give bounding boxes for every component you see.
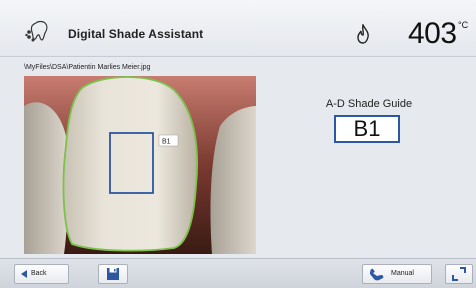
file-path: \MyFiles\DSA\Patientin Marlies Meier.jpg [24,64,151,71]
tooth-photo[interactable]: B1 [24,76,256,254]
save-button[interactable] [98,264,128,284]
shade-result: B1 [334,115,400,143]
manual-label: Manual [391,270,414,277]
back-label: Back [31,270,47,277]
flame-icon [357,24,369,44]
save-icon [107,268,119,280]
measurement-label: B1 [162,139,171,146]
back-button[interactable]: Back [14,264,69,284]
temperature-value: 403 [408,17,457,50]
expand-icon [452,267,466,281]
fullscreen-button[interactable] [445,264,473,284]
app-title: Digital Shade Assistant [68,27,204,41]
left-tooth [24,102,69,254]
temperature-unit: °C [458,20,469,30]
central-tooth [63,77,198,251]
manual-button[interactable]: Manual [362,264,432,284]
hand-pointer-icon [370,268,384,281]
shade-guide-title: A-D Shade Guide [325,98,413,110]
arrow-left-icon [21,270,27,278]
dsa-app-icon [25,20,48,42]
